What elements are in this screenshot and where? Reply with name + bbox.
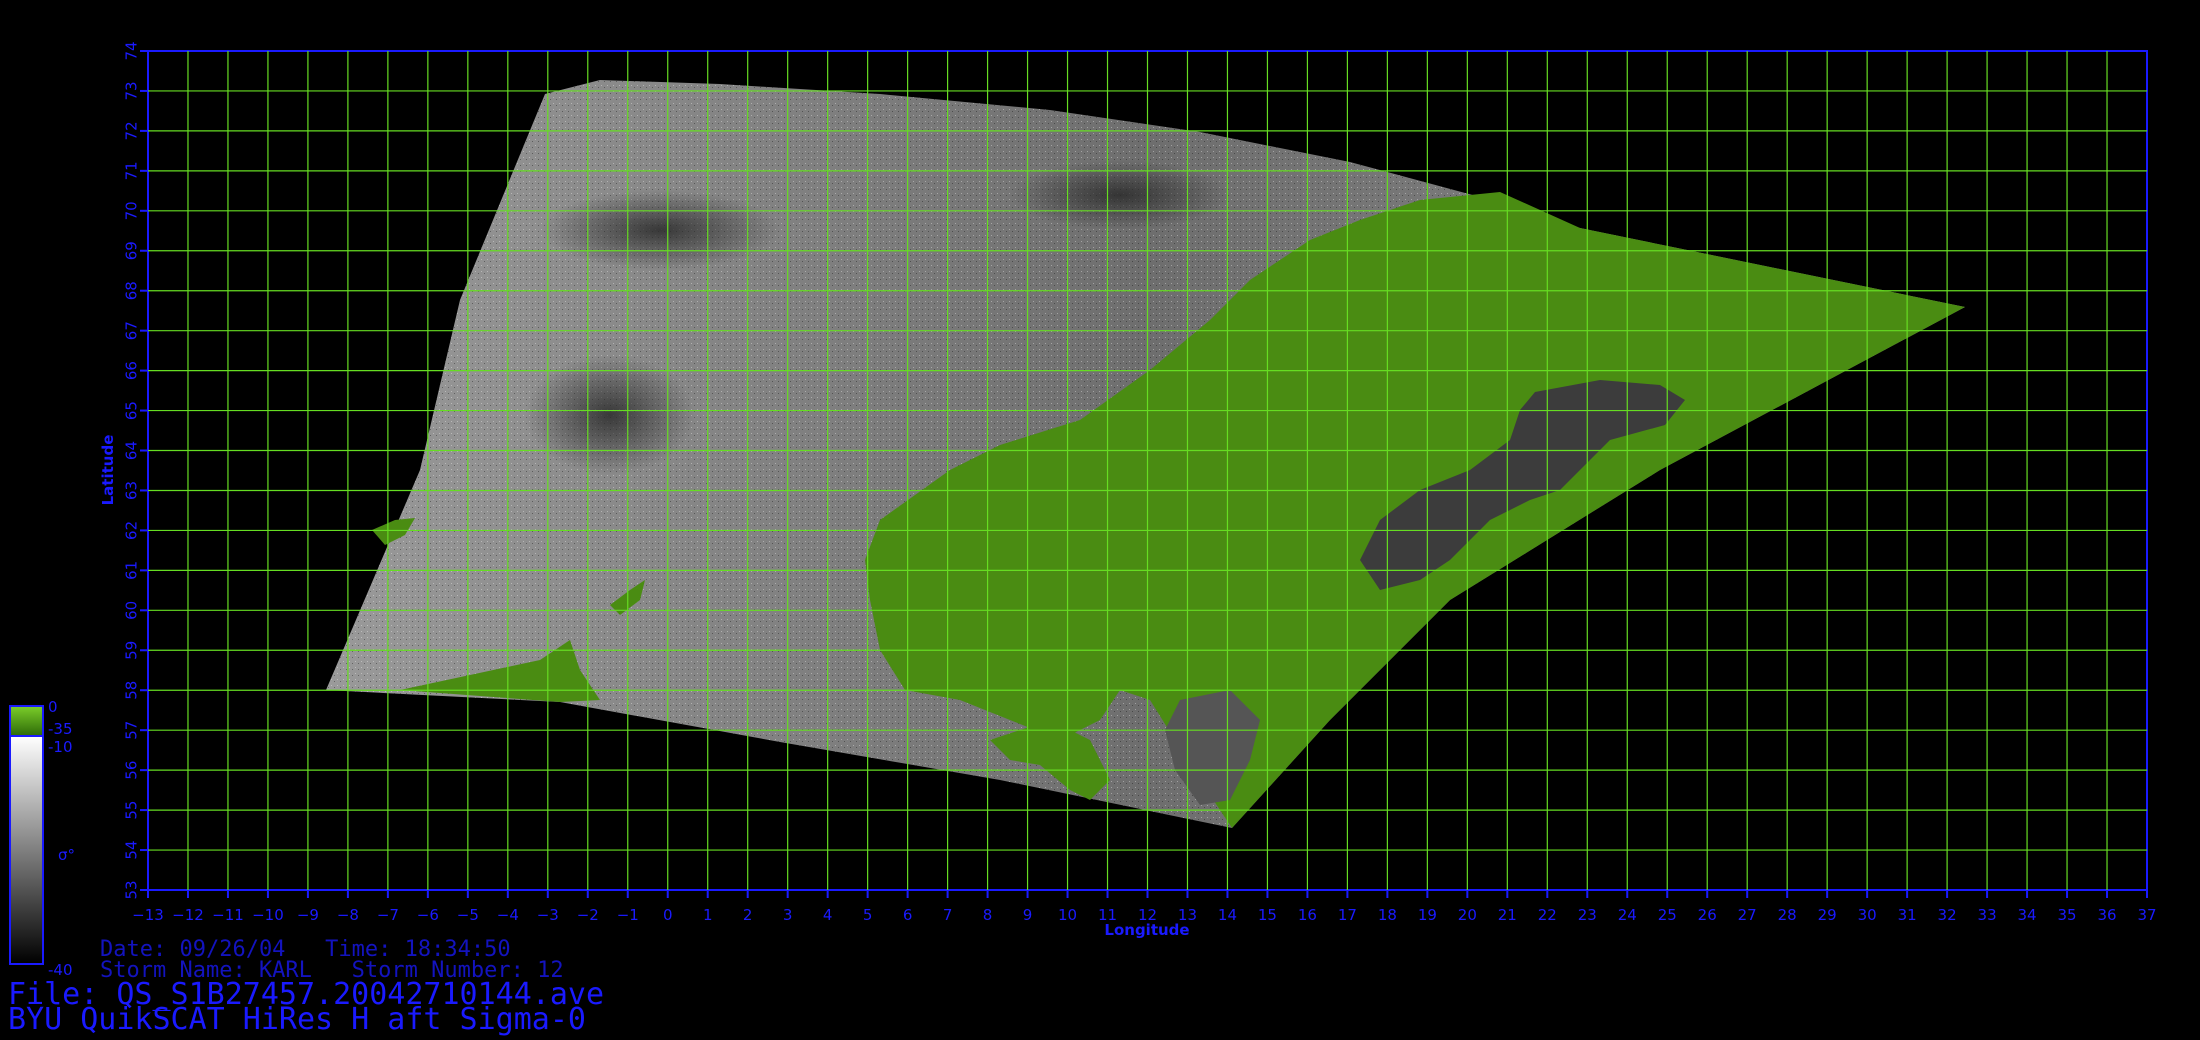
y-tick-label: 64 [123, 441, 141, 460]
x-tick-label: 27 [1738, 906, 1757, 924]
x-tick-label: 26 [1698, 906, 1717, 924]
y-tick-label: 69 [123, 241, 141, 260]
y-tick-label: 67 [123, 321, 141, 340]
colorbar: 0 -35 -10 -40 σ° [9, 698, 75, 979]
x-tick-label: 21 [1498, 906, 1517, 924]
y-tick-label: 59 [123, 641, 141, 660]
y-tick-label: 70 [123, 201, 141, 220]
y-tick-label: 53 [123, 880, 141, 899]
x-tick-label: 6 [903, 906, 913, 924]
x-tick-label: 32 [1938, 906, 1957, 924]
x-tick-label: 34 [2018, 906, 2037, 924]
x-tick-label: 15 [1258, 906, 1277, 924]
y-tick-label: 71 [123, 161, 141, 180]
x-tick-label: 4 [823, 906, 833, 924]
x-tick-label: 24 [1618, 906, 1637, 924]
x-tick-label: 16 [1298, 906, 1317, 924]
x-axis-title: Longitude [1104, 921, 1189, 939]
x-tick-label: 37 [2137, 906, 2156, 924]
colorbar-symbol: σ° [58, 846, 75, 864]
product-line: BYU QuikSCAT HiRes H aft Sigma-0 [8, 1002, 586, 1037]
swath-layer [326, 80, 1965, 828]
y-tick-label: 61 [123, 561, 141, 580]
y-tick-label: 66 [123, 361, 141, 380]
x-tick-label: 1 [703, 906, 713, 924]
x-tick-label: −11 [212, 906, 244, 924]
colorbar-land-segment [9, 705, 44, 737]
x-tick-label: 2 [743, 906, 753, 924]
x-tick-label: −3 [537, 906, 559, 924]
x-tick-label: 23 [1578, 906, 1597, 924]
longitude-ticks: −13 −12 −11 −10 −9 −8 −7 −6 −5 −4 −3 −2 −1 0 1 2 3 4 5 6 7 8 9… [132, 890, 2157, 924]
x-tick-label: 28 [1778, 906, 1797, 924]
y-axis-title: Latitude [99, 435, 117, 506]
x-tick-label: 7 [943, 906, 953, 924]
x-tick-label: 36 [2097, 906, 2116, 924]
y-tick-label: 73 [123, 81, 141, 100]
y-tick-label: 57 [123, 721, 141, 740]
x-tick-label: −7 [377, 906, 399, 924]
latitude-ticks: 53 54 55 56 57 58 59 60 61 62 63 64 65 66 67 68 69 70 71 72… [123, 41, 148, 900]
y-tick-label: 56 [123, 761, 141, 780]
x-tick-label: 3 [783, 906, 793, 924]
x-tick-label: 9 [1023, 906, 1033, 924]
x-tick-label: −6 [417, 906, 439, 924]
x-tick-label: −12 [172, 906, 204, 924]
colorbar-label-1: -35 [48, 720, 73, 738]
x-tick-label: 19 [1418, 906, 1437, 924]
x-tick-label: −10 [252, 906, 284, 924]
x-tick-label: −2 [577, 906, 599, 924]
x-tick-label: 33 [1978, 906, 1997, 924]
x-tick-label: 17 [1338, 906, 1357, 924]
x-tick-label: 18 [1378, 906, 1397, 924]
x-tick-label: 35 [2057, 906, 2076, 924]
x-tick-label: 29 [1818, 906, 1837, 924]
y-tick-label: 60 [123, 601, 141, 620]
y-tick-label: 68 [123, 281, 141, 300]
y-tick-label: 54 [123, 841, 141, 860]
colorbar-sigma-segment [9, 735, 44, 965]
x-tick-label: 20 [1458, 906, 1477, 924]
x-tick-label: 14 [1218, 906, 1237, 924]
colorbar-label-2: -10 [48, 738, 73, 756]
x-tick-label: 0 [663, 906, 673, 924]
x-tick-label: 5 [863, 906, 873, 924]
x-tick-label: −8 [337, 906, 359, 924]
x-tick-label: −9 [297, 906, 319, 924]
y-tick-label: 62 [123, 521, 141, 540]
x-tick-label: −13 [132, 906, 164, 924]
y-tick-label: 55 [123, 801, 141, 820]
y-tick-label: 72 [123, 121, 141, 140]
x-tick-label: 25 [1658, 906, 1677, 924]
quikscat-map: −13 −12 −11 −10 −9 −8 −7 −6 −5 −4 −3 −2 −1 0 1 2 3 4 5 6 7 8 9… [9, 41, 2157, 979]
x-tick-label: −5 [457, 906, 479, 924]
y-tick-label: 65 [123, 401, 141, 420]
x-tick-label: 22 [1538, 906, 1557, 924]
x-tick-label: 30 [1858, 906, 1877, 924]
x-tick-label: 10 [1058, 906, 1077, 924]
x-tick-label: 8 [983, 906, 993, 924]
x-tick-label: 31 [1898, 906, 1917, 924]
y-tick-label: 63 [123, 481, 141, 500]
x-tick-label: −1 [617, 906, 639, 924]
x-tick-label: −4 [497, 906, 519, 924]
y-tick-label: 74 [123, 41, 141, 60]
colorbar-label-0: 0 [48, 698, 58, 716]
y-tick-label: 58 [123, 681, 141, 700]
